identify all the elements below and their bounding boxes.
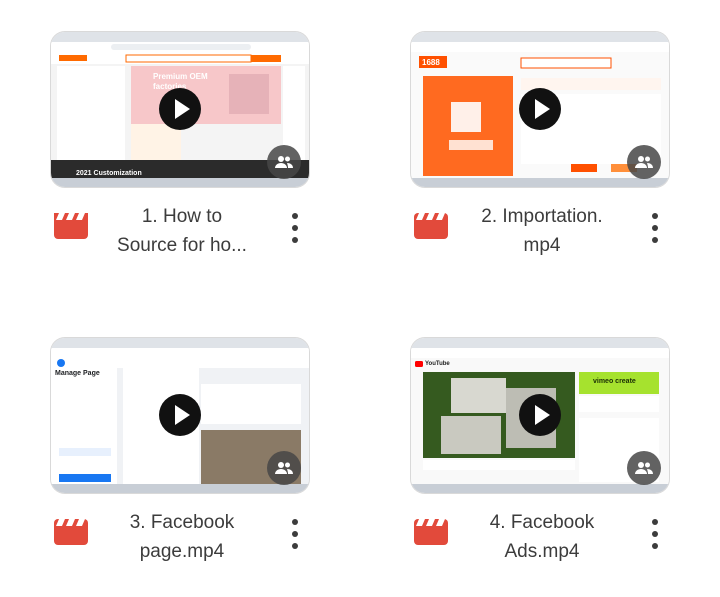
play-icon[interactable] (159, 88, 201, 130)
play-icon[interactable] (159, 394, 201, 436)
file-title[interactable]: 2. Importation. mp4 (467, 202, 617, 260)
video-file-icon (414, 519, 448, 545)
video-thumbnail[interactable]: Manage Page (51, 338, 309, 493)
play-icon[interactable] (519, 88, 561, 130)
file-title[interactable]: 1. How to Source for ho... (107, 202, 257, 260)
more-vert-icon[interactable] (648, 519, 662, 549)
thumbnail-sublogo: vimeo create (593, 378, 636, 385)
thumbnail-heading: Manage Page (55, 370, 100, 377)
shared-people-icon (267, 145, 301, 179)
shared-people-icon (627, 451, 661, 485)
more-vert-icon[interactable] (648, 213, 662, 243)
shared-people-icon (267, 451, 301, 485)
more-vert-icon[interactable] (288, 519, 302, 549)
video-file-icon (54, 213, 88, 239)
thumbnail-subtext: 2021 Customization (76, 170, 142, 177)
shared-people-icon (627, 145, 661, 179)
video-file-icon (54, 519, 88, 545)
file-title[interactable]: 4. Facebook Ads.mp4 (467, 508, 617, 566)
play-icon[interactable] (519, 394, 561, 436)
video-thumbnail[interactable]: YouTube vimeo create (411, 338, 669, 493)
video-file-icon (414, 213, 448, 239)
thumbnail-logo: YouTube (425, 361, 450, 367)
more-vert-icon[interactable] (288, 213, 302, 243)
file-title[interactable]: 3. Facebook page.mp4 (107, 508, 257, 566)
video-thumbnail[interactable]: 1688 (411, 32, 669, 187)
thumbnail-logo: 1688 (422, 58, 440, 67)
video-thumbnail[interactable]: Premium OEM factories 2021 Customization (51, 32, 309, 187)
